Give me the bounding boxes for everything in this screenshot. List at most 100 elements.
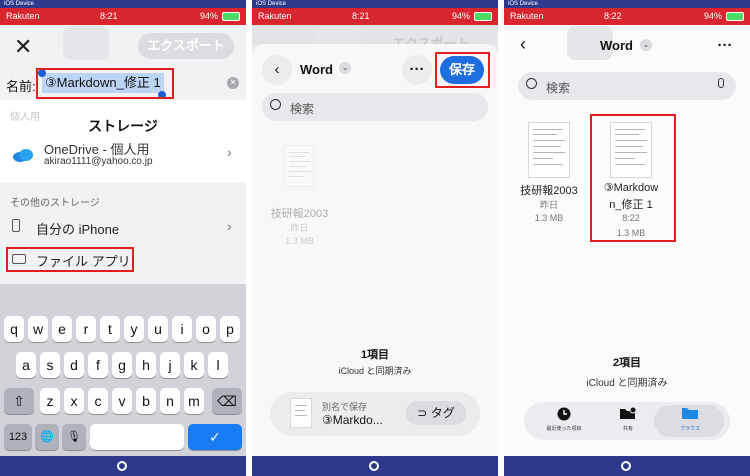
mic-key[interactable]: 🎙 bbox=[62, 424, 86, 450]
globe-key[interactable]: 🌐 bbox=[35, 424, 59, 450]
key-s[interactable]: s bbox=[40, 352, 60, 378]
chevron-right-icon: › bbox=[227, 218, 232, 234]
files-browser-panel: iOS Device Rakuten 8:22 94% ‹ Word ⌄ ···… bbox=[504, 0, 750, 476]
clock: 8:21 bbox=[352, 11, 370, 21]
key-n[interactable]: n bbox=[160, 388, 180, 414]
document-icon bbox=[290, 398, 312, 428]
home-bar bbox=[252, 456, 498, 476]
search-placeholder: 検索 bbox=[546, 81, 571, 95]
status-bar: Rakuten 8:22 94% bbox=[504, 8, 750, 25]
key-g[interactable]: g bbox=[112, 352, 132, 378]
device-label-bar: iOS Device bbox=[252, 0, 498, 8]
folder-title[interactable]: Word bbox=[600, 38, 633, 53]
chevron-down-icon[interactable]: ⌄ bbox=[640, 39, 652, 51]
search-placeholder: 検索 bbox=[290, 102, 315, 116]
save-as-filename[interactable]: ③Markdo... bbox=[322, 413, 383, 427]
key-l[interactable]: l bbox=[208, 352, 228, 378]
sync-status: iCloud と同期済み bbox=[586, 378, 668, 389]
delete-key[interactable]: ⌫ bbox=[212, 388, 242, 414]
file-name[interactable]: 技研報2003 bbox=[504, 182, 594, 198]
key-z[interactable]: z bbox=[40, 388, 60, 414]
save-location-panel: iOS Device Rakuten 8:21 94% エクスポート ‹ Wor… bbox=[252, 0, 498, 476]
keyboard: q w e r t y u i o p a s d f g h j k l ⇧ … bbox=[0, 284, 246, 456]
key-o[interactable]: o bbox=[196, 316, 216, 342]
key-v[interactable]: v bbox=[112, 388, 132, 414]
my-iphone-item[interactable]: 自分の iPhone bbox=[36, 219, 119, 238]
key-a[interactable]: a bbox=[16, 352, 36, 378]
key-t[interactable]: t bbox=[100, 316, 120, 342]
carrier-label: Rakuten bbox=[258, 11, 292, 21]
device-label: iOS Device bbox=[508, 1, 539, 7]
key-m[interactable]: m bbox=[184, 388, 204, 414]
more-icon[interactable]: ··· bbox=[402, 55, 432, 85]
key-c[interactable]: c bbox=[88, 388, 108, 414]
tab-browse[interactable]: ブラウズ bbox=[660, 425, 720, 432]
device-label: iOS Device bbox=[4, 1, 35, 7]
back-icon[interactable]: ‹ bbox=[520, 34, 526, 55]
tab-recents[interactable]: 最近使った項目 bbox=[534, 425, 594, 432]
file-size: 1.3 MB bbox=[285, 236, 314, 246]
file-date: 昨日 bbox=[290, 223, 309, 233]
key-p[interactable]: p bbox=[220, 316, 240, 342]
file-date: 昨日 bbox=[539, 200, 558, 210]
numbers-key[interactable]: 123 bbox=[4, 424, 32, 450]
key-i[interactable]: i bbox=[172, 316, 192, 342]
back-icon[interactable]: ‹ bbox=[262, 55, 292, 85]
tag-label: タグ bbox=[430, 406, 455, 420]
carrier-label: Rakuten bbox=[6, 11, 40, 21]
battery-percent: 94% bbox=[199, 11, 218, 21]
shift-key[interactable]: ⇧ bbox=[4, 388, 34, 414]
key-u[interactable]: u bbox=[148, 316, 168, 342]
clock-icon[interactable] bbox=[557, 407, 571, 421]
chevron-right-icon: › bbox=[227, 144, 232, 160]
key-e[interactable]: e bbox=[52, 316, 72, 342]
sync-status: iCloud と同期済み bbox=[338, 366, 412, 376]
battery-percent: 94% bbox=[703, 11, 722, 21]
clear-text-icon[interactable]: ✕ bbox=[227, 77, 239, 89]
more-icon[interactable]: ··· bbox=[710, 31, 740, 61]
tab-shared[interactable]: 共有 bbox=[608, 425, 648, 432]
chevron-down-icon[interactable]: ⌄ bbox=[339, 62, 351, 74]
close-icon[interactable]: ✕ bbox=[14, 34, 32, 60]
key-h[interactable]: h bbox=[136, 352, 156, 378]
device-label-bar: iOS Device bbox=[0, 0, 246, 8]
tag-icon: ⊃ bbox=[417, 406, 431, 420]
microphone-icon[interactable] bbox=[718, 78, 724, 88]
key-y[interactable]: y bbox=[124, 316, 144, 342]
space-key[interactable] bbox=[90, 424, 184, 450]
battery-icon bbox=[222, 12, 240, 21]
home-bar bbox=[504, 456, 750, 476]
file-thumbnail[interactable] bbox=[284, 145, 314, 187]
key-w[interactable]: w bbox=[28, 316, 48, 342]
iphone-icon bbox=[12, 219, 20, 232]
return-key[interactable]: ✓ bbox=[188, 424, 242, 450]
key-q[interactable]: q bbox=[4, 316, 24, 342]
onedrive-cloud-icon bbox=[13, 149, 33, 162]
device-label: iOS Device bbox=[256, 1, 287, 7]
key-j[interactable]: j bbox=[160, 352, 180, 378]
search-bar[interactable]: 検索 bbox=[262, 93, 488, 121]
folder-icon[interactable] bbox=[681, 406, 699, 420]
tag-button[interactable]: ⊃ タグ bbox=[406, 401, 466, 425]
folder-title[interactable]: Word bbox=[300, 62, 333, 77]
key-k[interactable]: k bbox=[184, 352, 204, 378]
shared-folder-icon[interactable] bbox=[619, 406, 637, 420]
clock: 8:22 bbox=[604, 11, 622, 21]
key-x[interactable]: x bbox=[64, 388, 84, 414]
key-b[interactable]: b bbox=[136, 388, 156, 414]
file-thumbnail[interactable] bbox=[528, 122, 570, 178]
key-f[interactable]: f bbox=[88, 352, 108, 378]
home-indicator-icon[interactable] bbox=[369, 461, 379, 471]
home-indicator-icon[interactable] bbox=[117, 461, 127, 471]
file-name[interactable]: 技研報2003 bbox=[252, 205, 347, 221]
export-screen-panel: iOS Device Rakuten 8:21 94% ✕ エクスポート 名前:… bbox=[0, 0, 246, 476]
export-button[interactable]: エクスポート bbox=[138, 33, 234, 59]
clock: 8:21 bbox=[100, 11, 118, 21]
home-indicator-icon[interactable] bbox=[621, 461, 631, 471]
battery-percent: 94% bbox=[451, 11, 470, 21]
battery-icon bbox=[726, 12, 744, 21]
search-bar[interactable]: 検索 bbox=[518, 72, 736, 100]
key-r[interactable]: r bbox=[76, 316, 96, 342]
home-bar bbox=[0, 456, 246, 476]
key-d[interactable]: d bbox=[64, 352, 84, 378]
